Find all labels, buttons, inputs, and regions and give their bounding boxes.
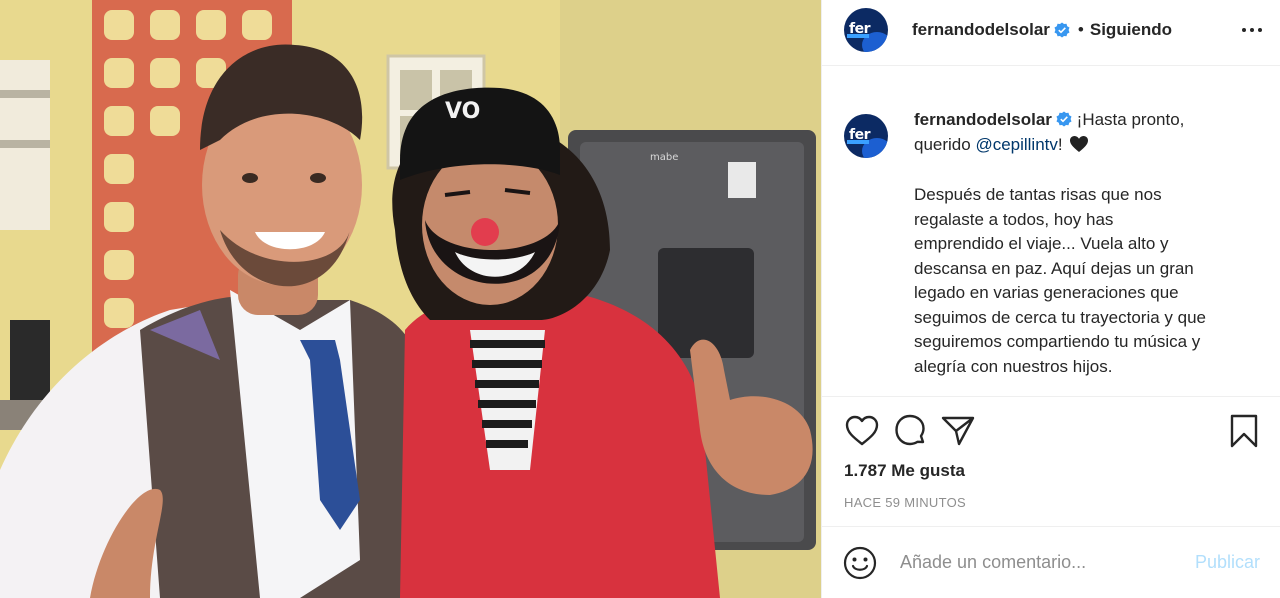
comment-input[interactable]	[900, 552, 1170, 573]
separator-dot: •	[1077, 19, 1084, 39]
caption-username[interactable]: fernandodelsolar	[914, 110, 1052, 129]
caption-line-1: ¡Hasta pronto,	[1076, 110, 1185, 129]
verified-badge-icon	[1056, 111, 1072, 127]
paper-plane-icon[interactable]	[940, 413, 976, 449]
photo-illustration: mabe VO	[0, 0, 821, 598]
following-button[interactable]: Siguiendo	[1090, 20, 1172, 40]
black-heart-icon	[1070, 135, 1089, 152]
instagram-post: mabe VO fer fernandodelsolar • Siguiendo…	[0, 0, 1280, 598]
caption-body-line: Después de tantas risas que nos	[914, 185, 1162, 204]
post-caption: fer fernandodelsolar ¡Hasta pronto, quer…	[844, 108, 1264, 379]
post-side-panel: fer fernandodelsolar • Siguiendo fer fer…	[821, 0, 1280, 598]
caption-body-line: alegría con nuestros hijos.	[914, 356, 1113, 376]
action-buttons	[844, 413, 976, 449]
post-photo[interactable]: mabe VO	[0, 0, 821, 598]
verified-badge-icon	[1054, 22, 1070, 37]
caption-line-2-pre: querido	[914, 134, 976, 154]
svg-text:VO: VO	[445, 99, 480, 124]
caption-body-line: legado en varias generaciones que	[914, 283, 1179, 302]
author-avatar[interactable]: fer	[844, 7, 888, 52]
caption-line-2-post: !	[1057, 134, 1063, 154]
comment-bubble-icon[interactable]	[892, 413, 928, 449]
svg-text:mabe: mabe	[650, 152, 678, 163]
more-options-icon[interactable]	[1240, 18, 1264, 42]
smiley-icon[interactable]	[842, 545, 878, 581]
mention-link[interactable]: @cepillintv	[975, 135, 1057, 154]
caption-author-avatar[interactable]: fer	[844, 114, 888, 158]
author-username[interactable]: fernandodelsolar	[912, 20, 1050, 40]
caption-body-line: descansa en paz. Aquí dejas un gran	[914, 258, 1194, 278]
heart-outline-icon[interactable]	[844, 413, 880, 449]
post-timestamp[interactable]: HACE 59 MINUTOS	[844, 495, 966, 510]
caption-body-line: seguimos de cerca tu trayectoria y que	[914, 307, 1206, 327]
add-comment-bar: Publicar	[822, 526, 1280, 598]
caption-body-line: emprendido el viaje... Vuela alto y	[914, 234, 1169, 253]
caption-text: fernandodelsolar ¡Hasta pronto, querido …	[914, 108, 1206, 379]
likes-count[interactable]: 1.787 Me gusta	[844, 461, 965, 481]
caption-body-line: regalaste a todos, hoy has	[914, 209, 1114, 229]
publish-button[interactable]: Publicar	[1195, 552, 1260, 573]
post-header: fer fernandodelsolar • Siguiendo	[822, 0, 1280, 66]
caption-body-line: seguiremos compartiendo tu música y	[914, 332, 1201, 351]
bookmark-icon[interactable]	[1226, 413, 1262, 449]
caption-body: Después de tantas risas que nos regalast…	[914, 183, 1206, 379]
